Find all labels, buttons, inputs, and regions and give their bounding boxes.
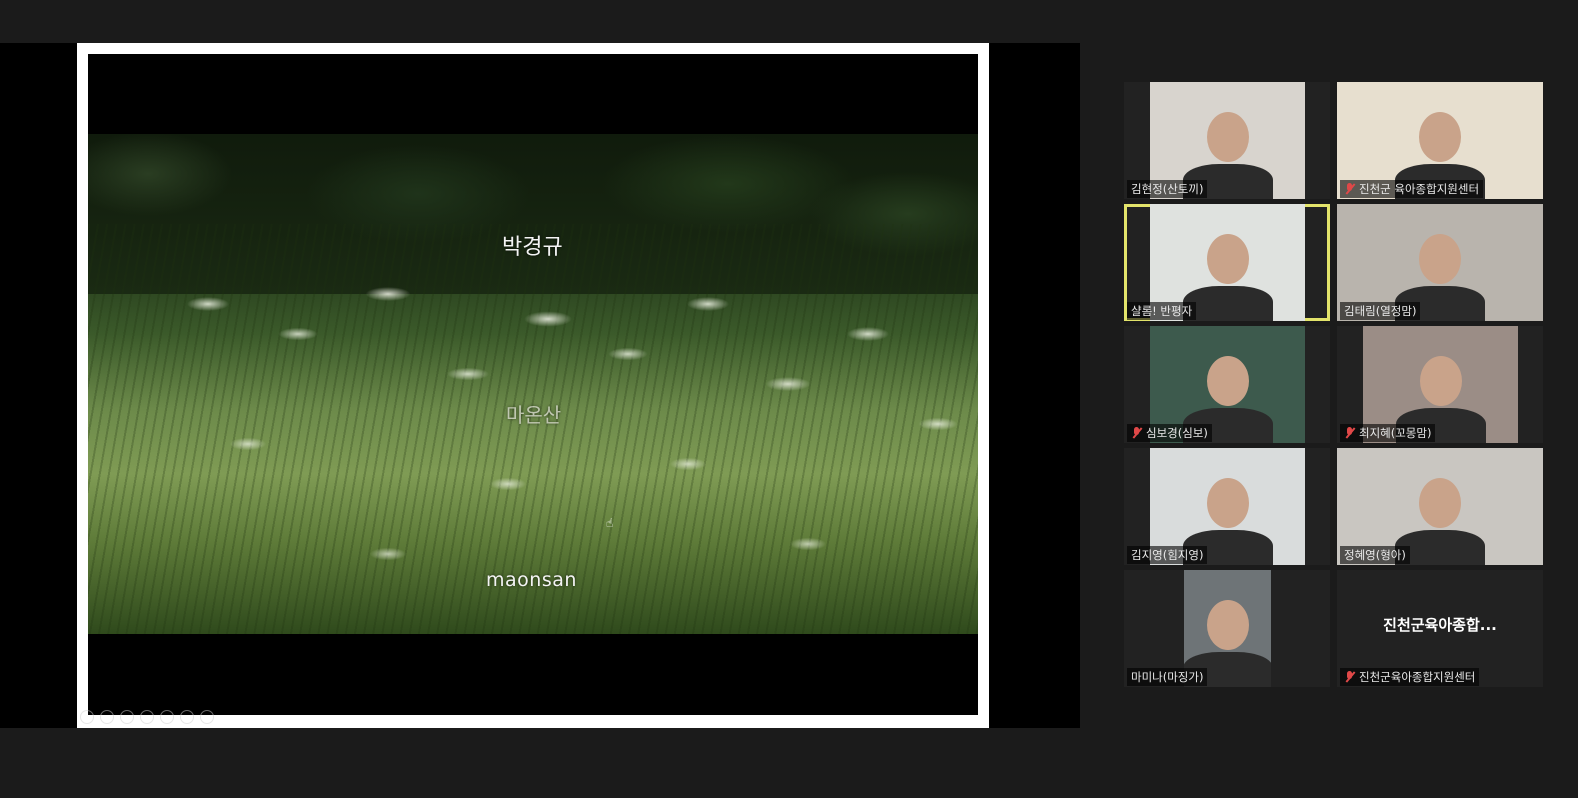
participant-tile[interactable]: 김현정(산토끼) [1124,82,1330,199]
participant-name-label: 최지혜(꼬몽맘) [1340,424,1436,442]
participant-name: 최지혜(꼬몽맘) [1359,426,1432,440]
participant-face [1206,112,1249,162]
presentation-toolbar[interactable] [80,710,214,724]
pen-icon[interactable] [120,710,134,724]
participant-face [1419,234,1461,284]
mic-muted-icon [1344,427,1356,439]
presentation-slide: 박경규 마온산 maonsan ☝ [88,54,978,715]
participant-name-label: 김태림(열정맘) [1340,302,1421,320]
participant-face [1206,356,1249,406]
participant-name: 김태림(열정맘) [1344,304,1417,318]
participant-tile[interactable]: 최지혜(꼬몽맘) [1337,326,1543,443]
participant-name: 진천군육아종합지원센터 [1359,670,1476,684]
participant-name-label: 심보경(심보) [1127,424,1212,442]
forward-icon[interactable] [100,710,114,724]
participant-tile[interactable]: 정혜영(형아) [1337,448,1543,565]
slide-title-korean: 박경규 [502,235,563,260]
participant-tile[interactable]: 김태림(열정맘) [1337,204,1543,321]
participant-tile[interactable]: 진천군 육아종합지원센터 [1337,82,1543,199]
participant-name-label: 마미나(마징가) [1127,668,1208,686]
participant-name: 샬롬! 반평자 [1131,304,1193,318]
participant-name: 진천군 육아종합지원센터 [1359,182,1480,196]
participant-tile[interactable]: 진천군육아종합... 진천군육아종합지원센터 [1337,570,1543,687]
participant-tile[interactable]: 마미나(마징가) [1124,570,1330,687]
options-icon[interactable] [200,710,214,724]
zoom-icon[interactable] [160,710,174,724]
participant-face [1206,478,1249,528]
participant-name: 김현정(산토끼) [1131,182,1204,196]
participant-face [1419,356,1462,406]
participant-name-label: 진천군 육아종합지원센터 [1340,180,1484,198]
more-icon[interactable] [180,710,194,724]
participant-name: 심보경(심보) [1146,426,1208,440]
slide-photo-grass: 박경규 마온산 maonsan [88,134,978,634]
participant-name-label: 정혜영(형아) [1340,546,1410,564]
mic-muted-icon [1344,671,1356,683]
participant-face [1419,478,1461,528]
participant-name: 정혜영(형아) [1344,548,1406,562]
participant-face [1206,234,1249,284]
participant-name: 마미나(마징가) [1131,670,1204,684]
pointer-cursor-icon: ☝ [606,516,614,530]
participant-display-name: 진천군육아종합... [1383,616,1497,634]
participant-face [1206,600,1249,650]
slide-subtitle-korean: 마온산 [506,403,562,427]
participant-face [1419,112,1461,162]
participant-name-label: 진천군육아종합지원센터 [1340,668,1480,686]
mic-muted-icon [1344,183,1356,195]
participant-tile[interactable]: 샬롬! 반평자 [1124,204,1330,321]
mic-muted-icon [1131,427,1143,439]
slide-title-english: maonsan [486,569,577,591]
back-icon[interactable] [80,710,94,724]
participant-name-label: 샬롬! 반평자 [1127,302,1197,320]
participant-name-label: 김지영(힘지영) [1127,546,1208,564]
participant-name: 김지영(힘지영) [1131,548,1204,562]
slides-icon[interactable] [140,710,154,724]
participant-tile[interactable]: 김지영(힘지영) [1124,448,1330,565]
participant-tile[interactable]: 심보경(심보) [1124,326,1330,443]
screen-share-area: 박경규 마온산 maonsan ☝ [0,43,1080,728]
presentation-frame: 박경규 마온산 maonsan ☝ [77,43,989,728]
participant-name-label: 김현정(산토끼) [1127,180,1208,198]
